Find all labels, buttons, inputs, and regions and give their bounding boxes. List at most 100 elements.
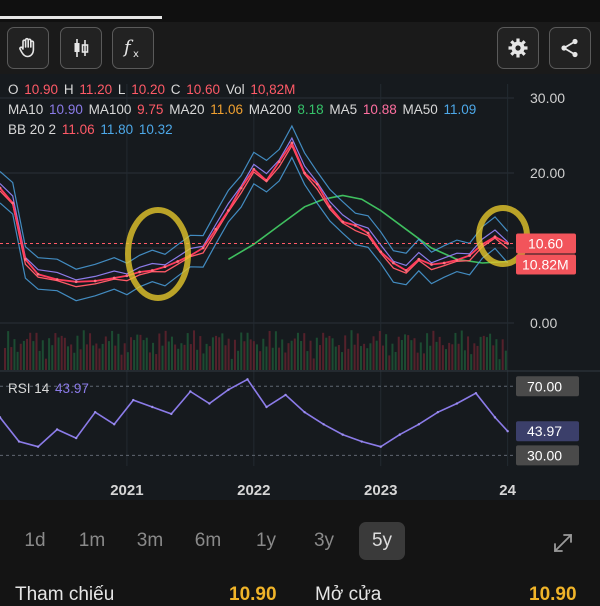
price-axis-tick: 30.00 [530, 90, 565, 106]
rsi-point [341, 433, 344, 436]
price-point [328, 205, 332, 209]
price-point [493, 235, 497, 239]
bb-middle-value: 11.06 [61, 122, 95, 137]
volume-bar [470, 354, 473, 370]
price-point [468, 254, 471, 257]
volume-bar [290, 340, 293, 370]
volume-bar [240, 332, 243, 370]
volume-bar [256, 344, 258, 370]
volume-bar [407, 335, 410, 370]
period-3m[interactable]: 3m [127, 522, 173, 560]
volume-value: 10,82M [250, 82, 296, 97]
volume-bar [63, 337, 66, 370]
volume-bar [359, 346, 362, 370]
volume-bar [252, 341, 255, 370]
price-chart[interactable]: 30.00 20.00 0.00 10.60 10.82M 70.00 43.97 30.00… [0, 74, 600, 500]
volume-bar [224, 345, 227, 370]
x-axis-tick: 2021 [110, 482, 143, 499]
volume-bar [249, 339, 252, 370]
volume-bar [13, 339, 16, 370]
settings-button[interactable] [497, 27, 539, 69]
rsi-point [436, 410, 440, 414]
price-point [93, 279, 97, 283]
volume-bar [353, 344, 356, 370]
price-point [353, 224, 357, 227]
indicator-button[interactable]: f x [112, 27, 154, 69]
share-button[interactable] [549, 27, 591, 69]
period-1d[interactable]: 1d [12, 522, 58, 560]
rsi-point [74, 436, 78, 440]
rsi-label: RSI 14 [8, 381, 50, 396]
volume-bar [237, 350, 240, 370]
ma200-label: MA200 [248, 102, 292, 117]
rsi-point [474, 391, 478, 395]
volume-bar [111, 330, 114, 370]
svg-text:x: x [133, 49, 139, 60]
volume-bar [101, 343, 104, 370]
volume-bar [57, 337, 60, 370]
volume-bar [104, 336, 107, 370]
price-point [392, 261, 395, 265]
gear-icon [508, 38, 528, 58]
rsi-point [55, 428, 59, 431]
volume-bar [445, 349, 447, 370]
volume-bar [334, 346, 337, 370]
candlestick-button[interactable] [60, 27, 102, 69]
price-point [404, 269, 408, 272]
volume-bar [79, 349, 82, 370]
open-price-label: Mở cửa [315, 584, 382, 605]
period-6m[interactable]: 6m [185, 522, 231, 560]
price-point [176, 260, 180, 263]
x-axis-tick: 2023 [364, 482, 397, 499]
period-5y[interactable]: 5y [359, 522, 405, 560]
last-volume-tag: 10.82M [522, 257, 569, 273]
ma50-value: 11.09 [443, 102, 477, 117]
period-1y[interactable]: 1y [243, 522, 289, 560]
volume-bar [107, 341, 110, 370]
volume-bar [98, 348, 101, 370]
volume-bar [174, 344, 177, 370]
fullscreen-icon[interactable] [550, 530, 576, 556]
volume-bar [243, 341, 246, 370]
volume-bar [262, 338, 265, 370]
rsi-point [36, 445, 40, 448]
volume-bar [344, 335, 347, 370]
volume-bar [485, 337, 488, 370]
bb-label: BB 20 2 [8, 122, 57, 137]
price-point [11, 201, 15, 205]
volume-bar [158, 333, 161, 370]
x-axis-tick: 24 [499, 482, 516, 499]
price-point [430, 263, 433, 266]
volume-bar [309, 340, 312, 370]
candlestick-icon [74, 39, 89, 57]
period-3y[interactable]: 3y [301, 522, 347, 560]
reference-price-label: Tham chiếu [15, 584, 115, 605]
volume-bar [441, 345, 444, 370]
volume-bar [139, 334, 142, 370]
volume-bar [268, 330, 271, 370]
volume-bar [426, 333, 429, 370]
volume-bar [400, 340, 403, 370]
share-icon [561, 38, 578, 58]
volume-bar [221, 333, 224, 370]
ma5-value: 10.88 [362, 102, 397, 117]
volume-bar [233, 339, 236, 370]
rsi-point [379, 445, 382, 448]
volume-bar [303, 333, 306, 370]
hand-tool-button[interactable] [7, 27, 49, 69]
volume-bar [391, 343, 394, 370]
volume-bar [378, 331, 381, 370]
ma200-line [227, 194, 508, 264]
rsi-point [246, 378, 249, 381]
ohlc-legend: O 10.90 H 11.20 L 10.20 C 10.60 Vol 10,8… [8, 82, 297, 97]
volume-bar [48, 338, 51, 370]
bb-upper-value: 11.80 [100, 122, 134, 137]
volume-bar [325, 337, 328, 370]
volume-bar [60, 335, 63, 370]
volume-bar [404, 334, 407, 370]
period-1m[interactable]: 1m [69, 522, 115, 560]
volume-bar [467, 336, 470, 370]
volume-bar [76, 335, 79, 370]
price-point [315, 182, 319, 186]
volume-bar [73, 352, 76, 370]
